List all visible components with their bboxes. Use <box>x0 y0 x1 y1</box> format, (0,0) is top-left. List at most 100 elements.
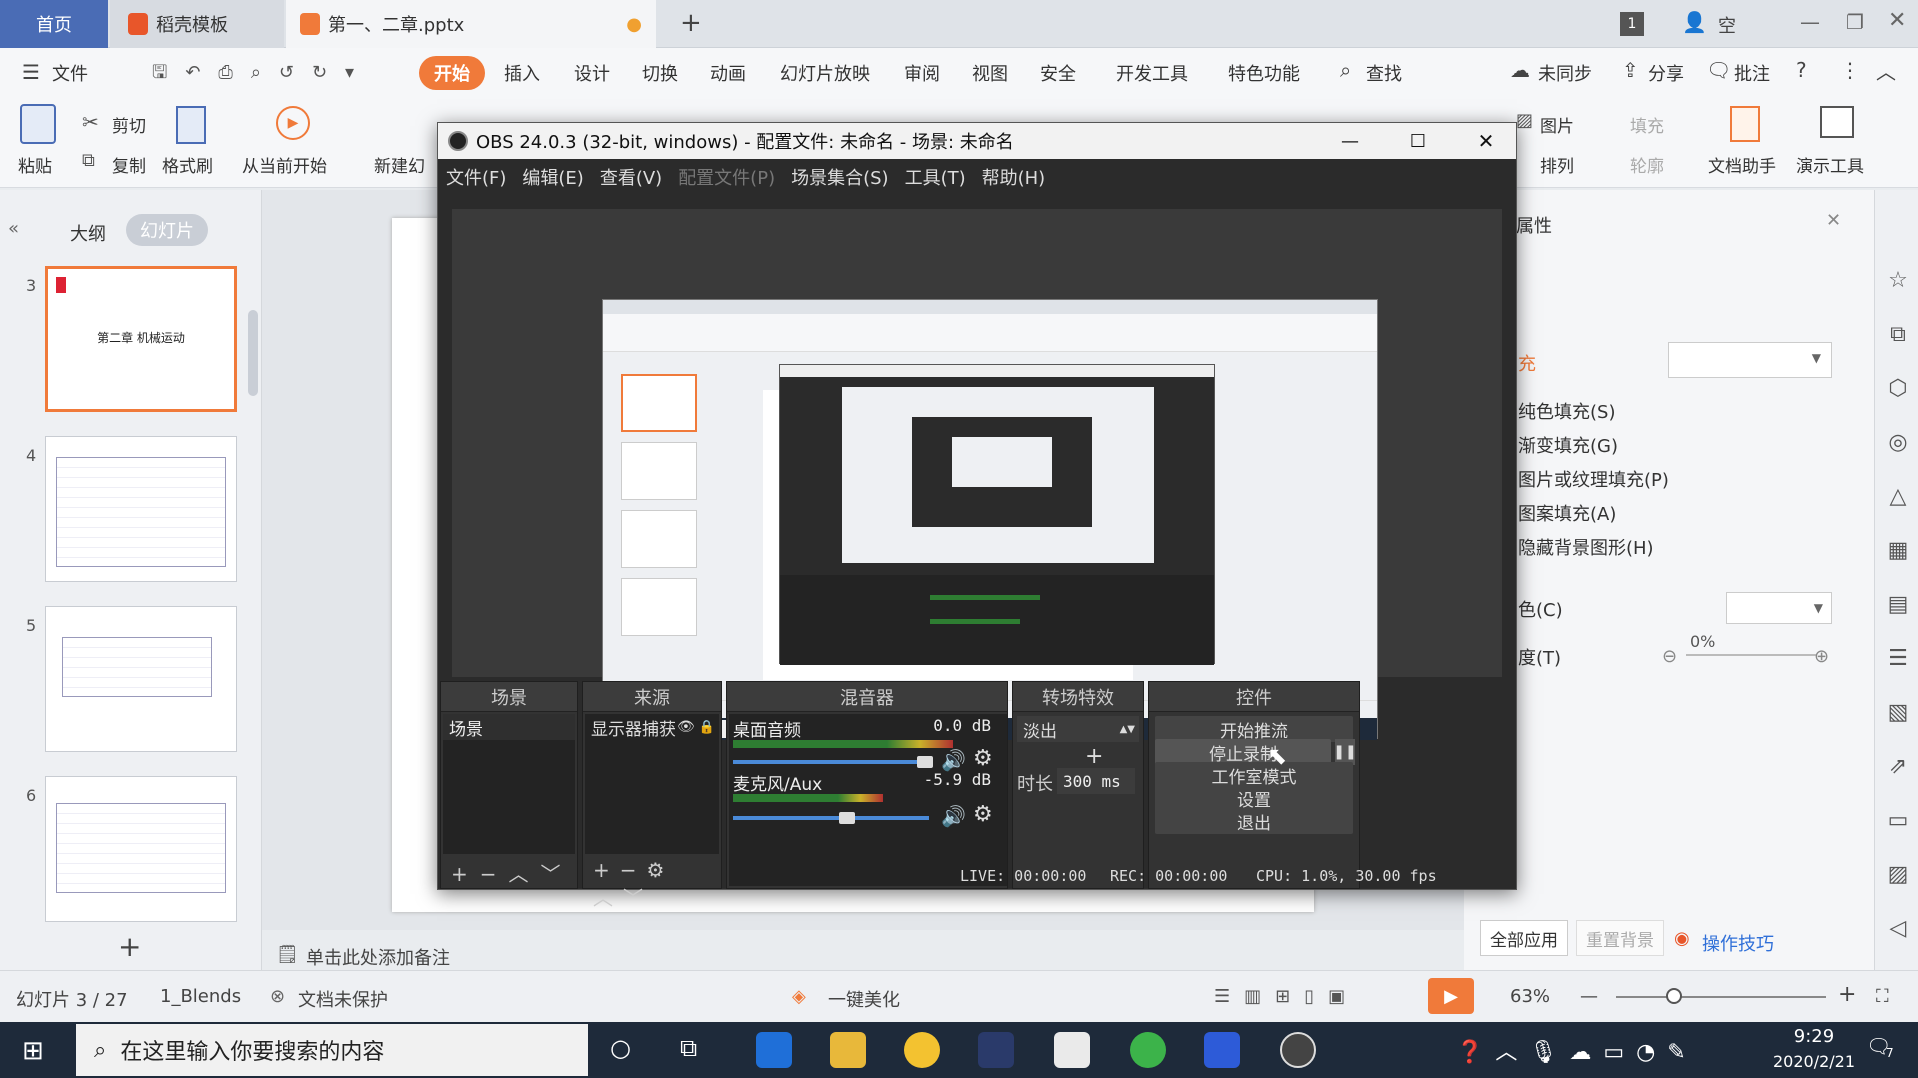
menu-special[interactable]: 特色功能 <box>1228 60 1300 86</box>
hamburger-icon[interactable]: ☰ <box>22 60 40 84</box>
edge-icon[interactable] <box>756 1032 792 1068</box>
window-count-badge[interactable]: 1 <box>1620 12 1644 36</box>
green-app-icon[interactable] <box>1130 1032 1166 1068</box>
paste-icon[interactable] <box>20 104 56 144</box>
fit-window-icon[interactable]: ⛶ <box>1876 986 1889 1007</box>
user-avatar-icon[interactable]: 👤 <box>1682 10 1707 34</box>
tab-home[interactable]: 首页 <box>0 0 108 48</box>
obs-title-bar[interactable]: OBS 24.0.3 (32-bit, windows) - 配置文件: 未命名… <box>438 123 1516 159</box>
slide-thumbnail-3[interactable]: 第二章 机械运动 <box>45 266 237 412</box>
minus-icon[interactable]: ⊖ <box>1662 646 1677 667</box>
menu-unsynced[interactable]: 未同步 <box>1538 60 1592 86</box>
lock-icon[interactable]: 🔒 <box>699 720 715 735</box>
view-mode-icons[interactable]: ☰▥⊞▯▣ <box>1214 986 1359 1007</box>
present-tool-icon[interactable] <box>1820 106 1854 138</box>
minimize-icon[interactable]: — <box>1800 10 1820 34</box>
new-tab-icon[interactable]: + <box>680 8 702 38</box>
menu-share[interactable]: 分享 <box>1648 60 1684 86</box>
slide-thumbnail-4[interactable] <box>45 436 237 582</box>
menu-find[interactable]: 查找 <box>1366 60 1402 86</box>
volume-slider[interactable] <box>733 816 929 820</box>
from-current-label[interactable]: 从当前开始 <box>242 152 327 177</box>
tab-template[interactable]: 稻壳模板 <box>110 0 284 48</box>
zoom-slider[interactable] <box>1616 996 1826 998</box>
zoom-out-icon[interactable]: — <box>1580 986 1598 1007</box>
picture-icon[interactable]: ▨ <box>1516 110 1533 131</box>
restore-icon[interactable]: ❐ <box>1846 10 1864 34</box>
notes-placeholder[interactable]: 单击此处添加备注 <box>306 944 450 970</box>
copy-icon[interactable]: ⧉ <box>82 150 95 171</box>
clock-time[interactable]: 9:29 <box>1772 1026 1856 1047</box>
menu-slideshow[interactable]: 幻灯片放映 <box>780 60 870 86</box>
cortana-icon[interactable]: ○ <box>610 1034 631 1062</box>
menu-view[interactable]: 视图 <box>972 60 1008 86</box>
menu-comment[interactable]: 批注 <box>1734 60 1770 86</box>
speaker-icon[interactable]: 🔊 <box>941 804 966 828</box>
gear-icon[interactable]: ⚙ <box>973 746 993 771</box>
color-dropdown[interactable]: ▼ <box>1726 592 1832 624</box>
obs-menu-profile[interactable]: 配置文件(P) <box>678 164 775 190</box>
tab-document[interactable]: 第一、二章.pptx ● <box>286 0 656 48</box>
zoom-slider-knob[interactable] <box>1666 988 1682 1004</box>
scenes-list[interactable]: 场景 <box>443 714 575 854</box>
more-icon[interactable]: ⋮ <box>1840 58 1860 82</box>
menu-design[interactable]: 设计 <box>574 60 610 86</box>
obs-taskbar-icon[interactable] <box>1280 1032 1316 1068</box>
obs-maximize-icon[interactable]: ☐ <box>1388 131 1448 152</box>
slide-thumbnail-6[interactable] <box>45 776 237 922</box>
close-panel-icon[interactable]: ✕ <box>1826 210 1841 231</box>
menu-start[interactable]: 开始 <box>419 56 485 90</box>
cut-icon[interactable]: ✂ <box>82 110 99 134</box>
copy-label[interactable]: 复制 <box>112 152 146 177</box>
menu-switch[interactable]: 切换 <box>642 60 678 86</box>
system-tray-icons[interactable]: ❓︿🎙☁▭◔✎ <box>1456 1034 1698 1066</box>
source-item[interactable]: 显示器捕获 👁 🔒 <box>585 714 719 740</box>
option-picture-fill[interactable]: 图片或纹理填充(P) <box>1518 466 1669 492</box>
doc-helper-label[interactable]: 文档助手 <box>1708 152 1776 177</box>
obs-menu-help[interactable]: 帮助(H) <box>982 164 1046 190</box>
wps-writer-icon[interactable] <box>1204 1032 1240 1068</box>
windows-start-icon[interactable]: ⊞ <box>22 1036 44 1066</box>
menu-file[interactable]: 文件 <box>52 60 88 86</box>
play-slideshow-button[interactable]: ▶ <box>1428 978 1474 1014</box>
task-view-icon[interactable]: ⧉ <box>680 1034 697 1062</box>
right-toolbar-icons[interactable]: ☆ ⧉ ⬡ ◎ △ ▦ ▤ ☰ ▧ ⇗ ▭ ▨ ◁ <box>1886 254 1910 956</box>
protection-status[interactable]: 文档未保护 <box>298 986 388 1012</box>
volume-slider-knob[interactable] <box>917 756 933 768</box>
sources-list[interactable]: 显示器捕获 👁 🔒 <box>585 714 719 854</box>
beautify-button[interactable]: 一键美化 <box>828 986 900 1012</box>
browser-icon[interactable] <box>904 1032 940 1068</box>
outline-label[interactable]: 轮廓 <box>1630 152 1664 177</box>
option-gradient-fill[interactable]: 渐变填充(G) <box>1518 432 1618 458</box>
tips-link[interactable]: 操作技巧 <box>1702 930 1774 956</box>
obs-menu-edit[interactable]: 编辑(E) <box>522 164 583 190</box>
present-tool-label[interactable]: 演示工具 <box>1796 152 1864 177</box>
option-solid-fill[interactable]: 纯色填充(S) <box>1518 398 1615 424</box>
taskbar-search[interactable]: ⌕ 在这里输入你要搜索的内容 <box>76 1024 588 1076</box>
mail-icon[interactable] <box>1054 1032 1090 1068</box>
eye-icon[interactable]: 👁 <box>677 719 695 735</box>
tab-outline[interactable]: 大纲 <box>70 220 106 246</box>
obs-menu-scene-collection[interactable]: 场景集合(S) <box>791 164 888 190</box>
play-icon[interactable]: ▶ <box>276 106 310 140</box>
duration-input[interactable]: 300 ms <box>1057 768 1135 794</box>
tab-slides[interactable]: 幻灯片 <box>126 214 208 246</box>
paste-label[interactable]: 粘贴 <box>18 152 52 177</box>
speaker-icon[interactable]: 🔊 <box>941 748 966 772</box>
zoom-level[interactable]: 63% <box>1510 986 1550 1007</box>
gear-icon[interactable]: ⚙ <box>973 802 993 827</box>
collapse-ribbon-icon[interactable]: ︿ <box>1876 56 1896 85</box>
fill-dropdown[interactable]: ▼ <box>1668 342 1832 378</box>
menu-insert[interactable]: 插入 <box>504 60 540 86</box>
vscode-icon[interactable] <box>978 1032 1014 1068</box>
option-pattern-fill[interactable]: 图案填充(A) <box>1518 500 1616 526</box>
cut-label[interactable]: 剪切 <box>112 112 146 137</box>
apply-all-button[interactable]: 全部应用 <box>1480 920 1568 956</box>
zoom-in-icon[interactable]: + <box>1838 982 1856 1007</box>
obs-close-icon[interactable]: ✕ <box>1456 129 1516 153</box>
transition-select[interactable]: 淡出 ▲▼ <box>1017 716 1139 742</box>
obs-menu-view[interactable]: 查看(V) <box>600 164 662 190</box>
collapse-panel-icon[interactable]: « <box>8 218 19 239</box>
format-painter-icon[interactable] <box>176 106 206 144</box>
doc-helper-icon[interactable] <box>1730 106 1760 142</box>
